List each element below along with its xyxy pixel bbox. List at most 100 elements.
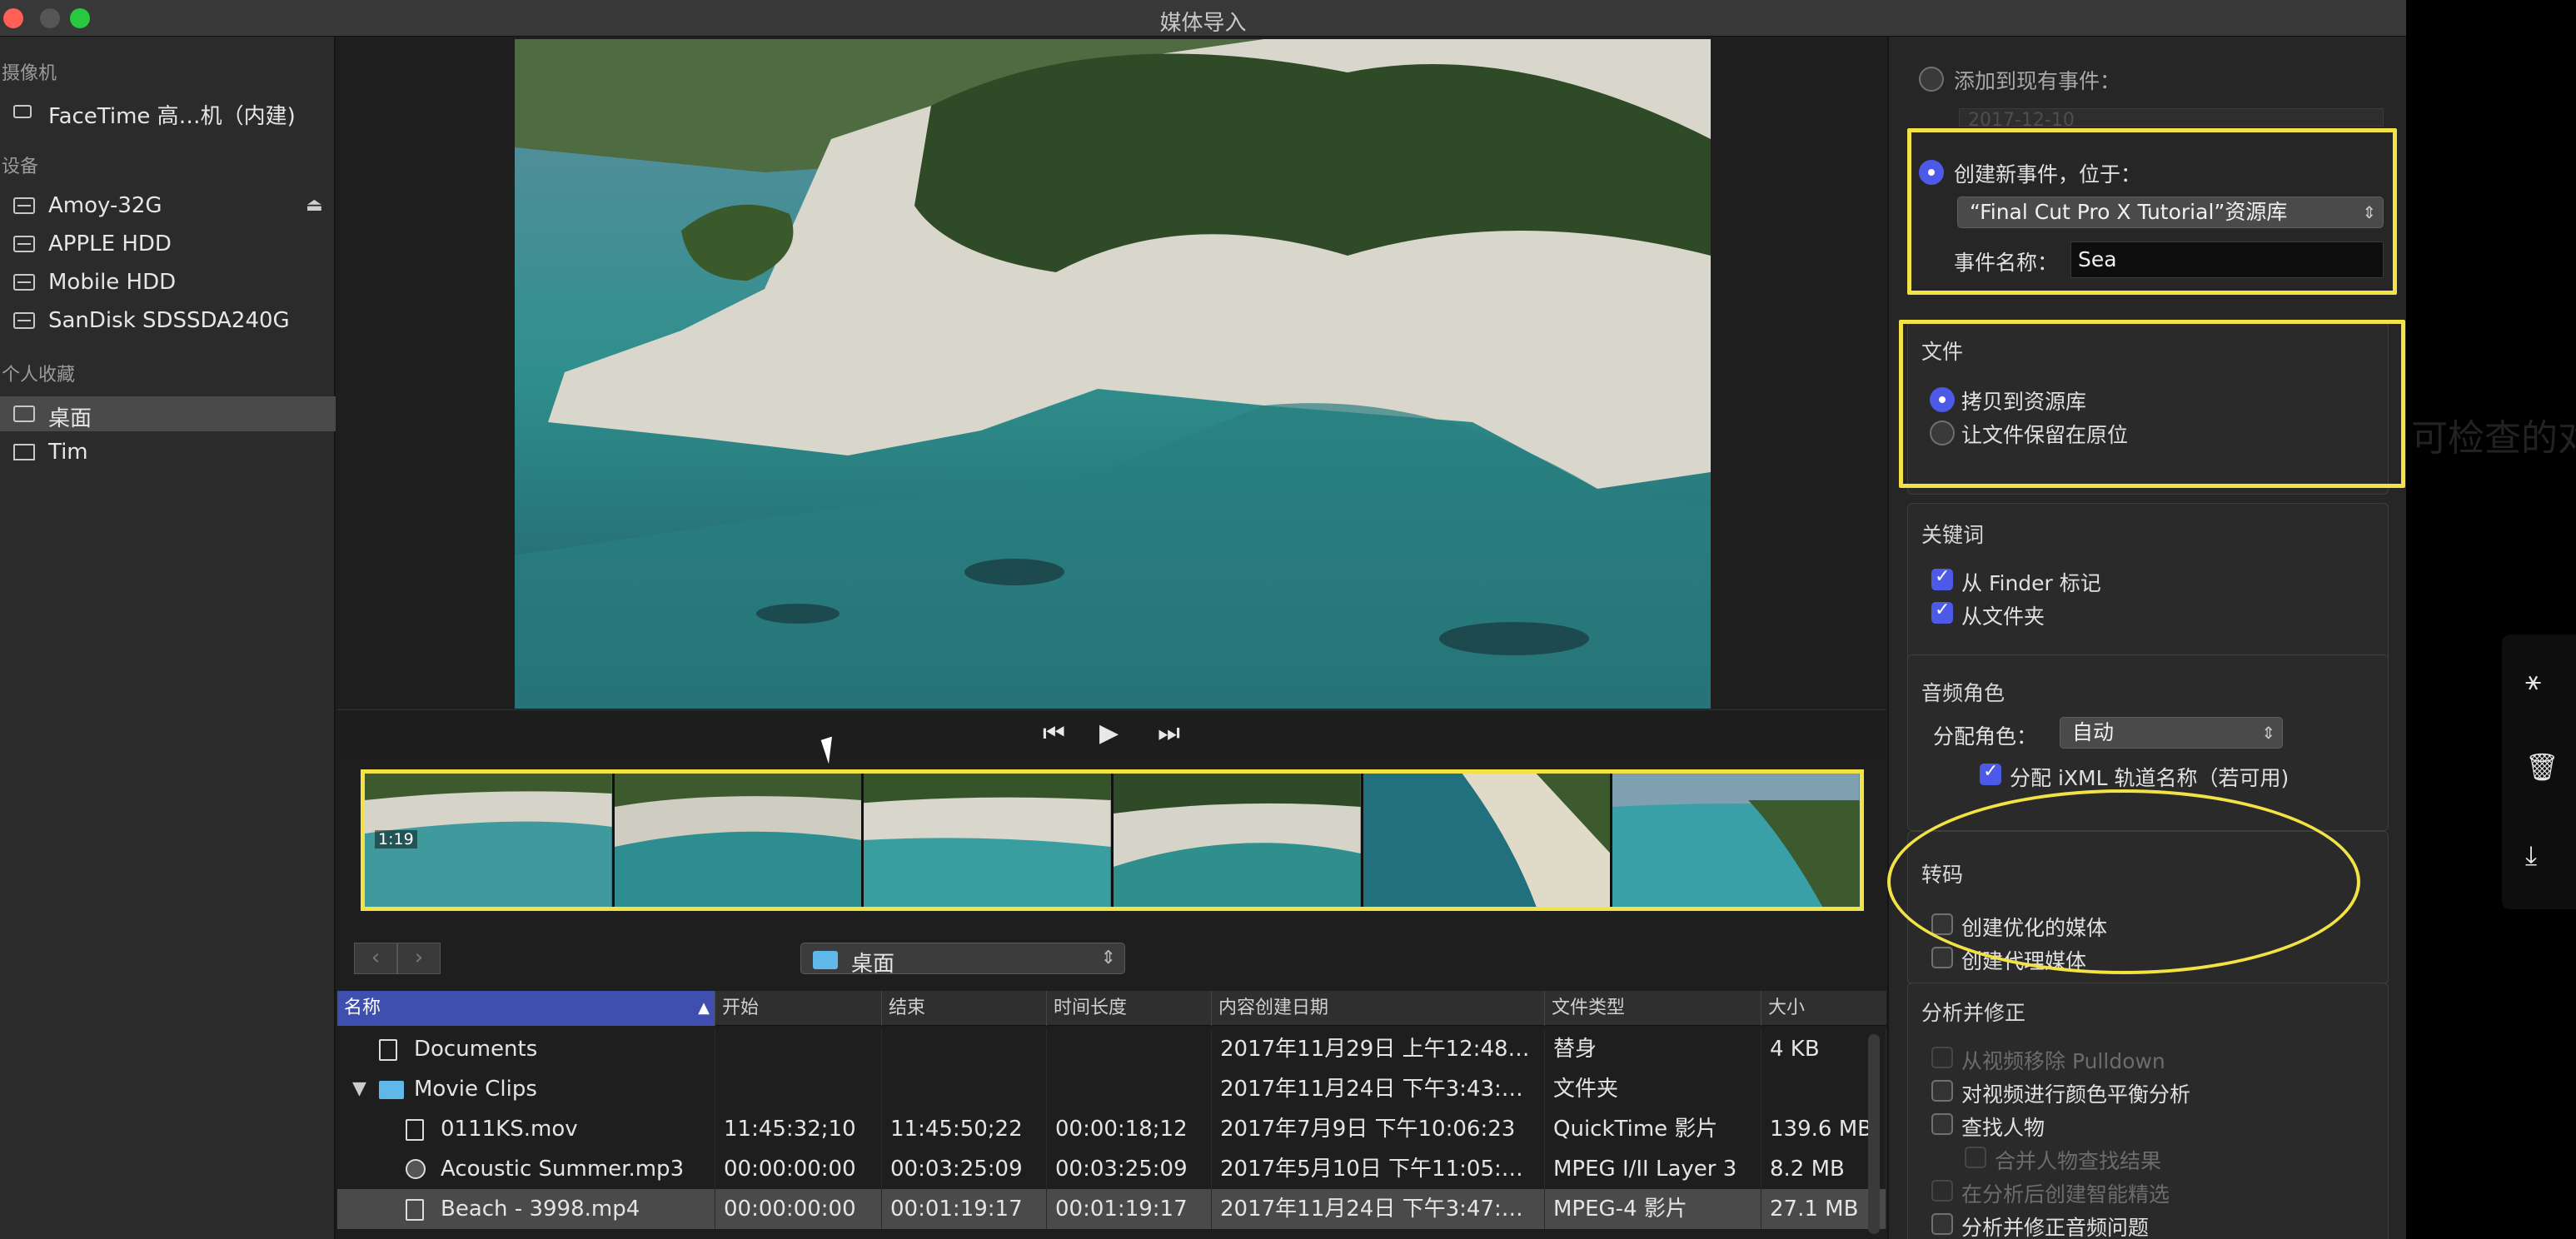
analyze-header: 分析并修正 <box>1921 1001 2026 1025</box>
background-area <box>2406 0 2576 1239</box>
sidebar-header-favorites: 个人收藏 <box>2 365 76 386</box>
sidebar-item-amoy[interactable]: Amoy-32G ⏏ <box>0 188 336 223</box>
file-name: Acoustic Summer.mp3 <box>441 1157 685 1182</box>
eject-icon[interactable]: ⏏ <box>306 195 323 216</box>
cell-created: 2017年5月10日 下午11:05:… <box>1212 1149 1545 1189</box>
audio-fix-label: 分析并修正音频问题 <box>1961 1216 2150 1239</box>
sidebar-item-label: Tim <box>48 440 88 465</box>
column-header-size[interactable]: 大小 <box>1761 991 1886 1026</box>
forward-button[interactable]: › <box>397 943 441 974</box>
sidebar-item-tim[interactable]: Tim <box>0 435 336 470</box>
cell-name: 0111KS.mov <box>337 1109 715 1149</box>
add-existing-event-radio[interactable] <box>1919 67 1944 92</box>
table-row[interactable]: 0111KS.mov 11:45:32;10 11:45:50;22 00:00:18… <box>337 1109 1886 1149</box>
sidebar-item-apple-hdd[interactable]: APPLE HDD <box>0 226 336 261</box>
audio-roles-header: 音频角色 <box>1921 681 2005 705</box>
filmstrip-frame <box>864 774 1114 907</box>
assign-role-popup[interactable]: 自动 ⇕ <box>2060 717 2283 749</box>
cell-name: Beach - 3998.mp4 <box>337 1189 715 1229</box>
previous-clip-button[interactable]: ⏮ <box>1043 719 1065 748</box>
highlight-files <box>1899 320 2405 488</box>
home-icon <box>13 444 35 460</box>
folders-checkbox[interactable] <box>1931 600 1953 624</box>
cell-duration: 00:00:18;12 <box>1047 1109 1212 1149</box>
background-text: 可检查的对 <box>2411 417 2576 460</box>
audio-file-icon <box>406 1159 426 1179</box>
trash-icon[interactable]: 🗑 <box>2525 751 2559 783</box>
sidebar-item-facetime[interactable]: FaceTime 高…机（内建) <box>0 94 336 129</box>
table-row[interactable]: Acoustic Summer.mp3 00:00:00:00 00:03:25:0… <box>337 1149 1886 1189</box>
cell-created: 2017年11月29日 上午12:48… <box>1212 1029 1545 1069</box>
column-header-type[interactable]: 文件类型 <box>1545 991 1761 1026</box>
preview-image <box>515 39 1711 709</box>
transport-controls: ⏮ ▶ ⏭ <box>337 709 1886 759</box>
download-icon[interactable]: ⤓ <box>2525 839 2537 872</box>
disk-icon <box>13 274 35 291</box>
vertical-scrollbar[interactable] <box>1868 1034 1880 1234</box>
table-row[interactable]: Beach - 3998.mp4 00:00:00:00 00:01:19:17 00… <box>337 1189 1886 1229</box>
sidebar-item-label: 桌面 <box>48 406 92 431</box>
cell-type: QuickTime 影片 <box>1545 1109 1761 1149</box>
ixml-checkbox[interactable] <box>1980 761 2001 785</box>
highlight-new-event <box>1907 128 2397 295</box>
table-row[interactable]: Documents 2017年11月29日 上午12:48… 替身 4 KB <box>337 1029 1886 1069</box>
smart-collections-label: 在分析后创建智能精选 <box>1961 1182 2170 1207</box>
disclosure-triangle-icon[interactable]: ▼ <box>352 1069 366 1109</box>
proxy-media-checkbox[interactable] <box>1931 947 1953 968</box>
file-name: Documents <box>414 1037 538 1062</box>
sidebar-item-desktop[interactable]: 桌面 <box>0 396 336 431</box>
add-existing-event-label: 添加到现有事件： <box>1954 69 2121 93</box>
cell-duration: 00:01:19:17 <box>1047 1189 1212 1229</box>
cell-created: 2017年11月24日 下午3:47:… <box>1212 1189 1545 1229</box>
play-button[interactable]: ▶ <box>1099 719 1119 748</box>
consolidate-checkbox[interactable] <box>1965 1147 1986 1168</box>
smart-collections-checkbox[interactable] <box>1931 1180 1953 1202</box>
file-icon <box>406 1119 424 1141</box>
column-header-name[interactable]: 名称 ▲ <box>337 991 715 1026</box>
share-icon[interactable]: ⚹ <box>2525 664 2541 697</box>
clip-filmstrip[interactable]: 1:19 <box>361 769 1864 911</box>
analyze-group: 分析并修正 从视频移除 Pulldown 对视频进行颜色平衡分析 查找人物 合并… <box>1907 983 2389 1239</box>
import-options-panel: 添加到现有事件： 2017-12-10 创建新事件，位于： “Final Cut… <box>1887 37 2406 1239</box>
camera-icon <box>13 105 32 118</box>
file-list-header: 名称 ▲ 开始 结束 时间长度 内容创建日期 文件类型 大小 <box>337 991 1886 1026</box>
cell-start: 00:00:00:00 <box>715 1189 882 1229</box>
video-preview[interactable] <box>515 39 1711 709</box>
next-clip-button[interactable]: ⏭ <box>1158 719 1180 748</box>
sidebar-item-label: APPLE HDD <box>48 231 172 256</box>
filmstrip-frame <box>1114 774 1363 907</box>
column-header-duration[interactable]: 时间长度 <box>1047 991 1212 1026</box>
find-people-checkbox[interactable] <box>1931 1113 1953 1135</box>
sidebar-item-sandisk[interactable]: SanDisk SDSSDA240G <box>0 303 336 338</box>
file-name: 0111KS.mov <box>441 1117 578 1142</box>
pulldown-checkbox[interactable] <box>1931 1047 1953 1068</box>
sidebar-item-label: Mobile HDD <box>48 270 177 295</box>
filmstrip-frame <box>1363 774 1613 907</box>
clip-duration: 1:19 <box>375 830 417 848</box>
cell-name: Documents <box>337 1029 715 1069</box>
keywords-header: 关键词 <box>1921 523 1985 547</box>
cell-start: 11:45:32;10 <box>715 1109 882 1149</box>
color-balance-checkbox[interactable] <box>1931 1080 1953 1102</box>
browser-navigation: ‹ › 桌面 ⇕ <box>337 931 1886 981</box>
file-name: Movie Clips <box>414 1077 537 1102</box>
cell-duration <box>1047 1069 1212 1109</box>
cell-type: 替身 <box>1545 1029 1761 1069</box>
location-popup[interactable]: 桌面 ⇕ <box>800 943 1125 977</box>
table-row[interactable]: ▼ Movie Clips 2017年11月24日 下午3:43:… 文件夹 <box>337 1069 1886 1109</box>
sidebar-item-mobile-hdd[interactable]: Mobile HDD <box>0 265 336 300</box>
back-button[interactable]: ‹ <box>354 943 397 974</box>
assign-role-label: 分配角色： <box>1933 724 2038 749</box>
sidebar: 摄像机 FaceTime 高…机（内建) 设备 Amoy-32G ⏏ APPLE… <box>0 37 336 1239</box>
column-header-end[interactable]: 结束 <box>882 991 1047 1026</box>
folders-label: 从文件夹 <box>1961 605 2045 629</box>
audio-fix-checkbox[interactable] <box>1931 1213 1953 1235</box>
filmstrip-frame <box>614 774 864 907</box>
pulldown-label: 从视频移除 Pulldown <box>1961 1049 2165 1073</box>
column-label: 名称 <box>344 998 381 1018</box>
filmstrip-frame <box>1612 774 1860 907</box>
column-header-created[interactable]: 内容创建日期 <box>1212 991 1545 1026</box>
finder-tags-checkbox[interactable] <box>1931 566 1953 590</box>
cell-name: ▼ Movie Clips <box>337 1069 715 1109</box>
column-header-start[interactable]: 开始 <box>715 991 882 1026</box>
